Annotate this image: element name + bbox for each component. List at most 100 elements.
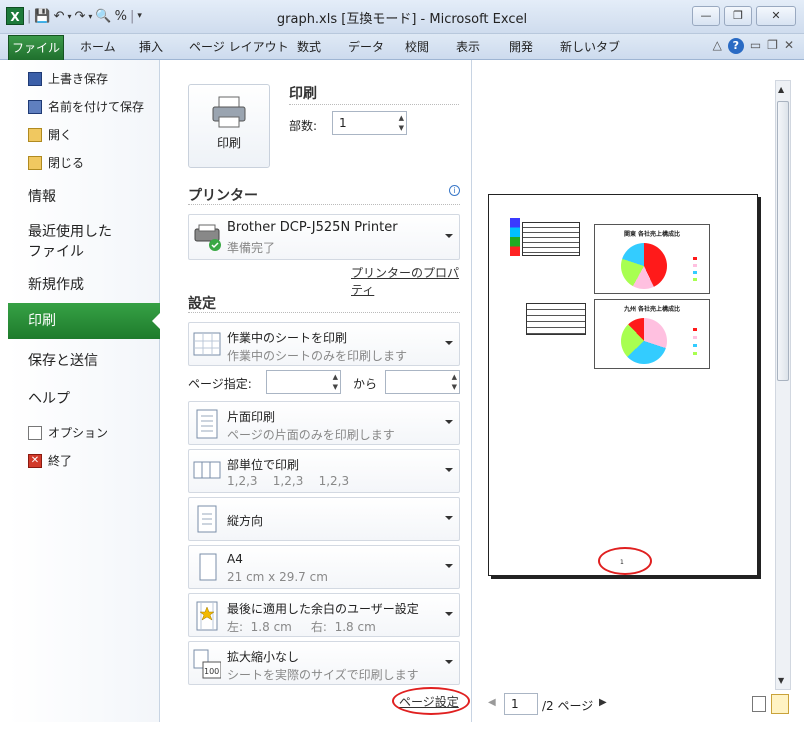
tab-data[interactable]: データ [348, 38, 384, 55]
nav-help[interactable]: ヘルプ [28, 388, 70, 408]
orientation-dropdown[interactable]: 縦方向 [188, 497, 460, 541]
nav-save-as[interactable]: 名前を付けて保存 [28, 98, 144, 115]
show-margins-icon[interactable] [752, 696, 766, 712]
nav-save-send[interactable]: 保存と送信 [28, 350, 98, 370]
chevron-down-icon [445, 234, 453, 242]
prev-page-icon[interactable]: ◀ [488, 697, 496, 708]
close-folder-icon [28, 155, 42, 170]
ribbon-right-icons: △ ? ▭ ❐ ✕ [713, 38, 794, 54]
paper-size-dropdown[interactable]: A4 21 cm x 29.7 cm [188, 545, 460, 589]
next-page-icon[interactable]: ▶ [599, 697, 607, 708]
tab-new-tab[interactable]: 新しいタブ [560, 38, 620, 55]
copies-label: 部数: [289, 119, 318, 133]
margins-dropdown[interactable]: 最後に適用した余白のユーザー設定 左: 1.8 cm 右: 1.8 cm [188, 593, 460, 637]
workbook-close-icon[interactable]: ✕ [784, 38, 794, 54]
custom-margins-icon [196, 601, 218, 631]
save-as-icon [28, 99, 42, 114]
minimize-ribbon-icon[interactable]: △ [713, 38, 722, 54]
chevron-down-icon [445, 564, 453, 572]
tab-review[interactable]: 校閲 [405, 38, 429, 55]
tab-page-layout[interactable]: ページ レイアウト [189, 38, 289, 55]
nav-print[interactable]: 印刷 [8, 303, 160, 339]
pages-label: ページ指定: [188, 377, 252, 391]
scroll-down-icon[interactable]: ▼ [778, 676, 784, 685]
nav-info[interactable]: 情報 [28, 186, 56, 206]
nav-recent[interactable]: 最近使用した ファイル [28, 221, 112, 261]
highlight-oval-page-number [598, 547, 652, 575]
page-total: /2 ページ [542, 699, 594, 713]
zoom-to-page-icon[interactable] [771, 694, 789, 714]
no-scaling-icon: 100 [193, 649, 221, 679]
info-icon[interactable]: i [449, 185, 460, 196]
workbook-minimize-icon[interactable]: ▭ [750, 38, 761, 54]
printer-icon [212, 96, 246, 128]
tab-view[interactable]: 表示 [456, 38, 480, 55]
pages-from-spinner-icon[interactable]: ▲ ▼ [333, 372, 338, 392]
scaling-dropdown[interactable]: 100 拡大縮小なし シートを実際のサイズで印刷します [188, 641, 460, 685]
sheet-icon [193, 332, 221, 356]
scroll-up-icon[interactable]: ▲ [778, 85, 784, 94]
tab-home[interactable]: ホーム [80, 38, 116, 55]
print-heading: 印刷 [289, 86, 317, 102]
tab-insert[interactable]: 挿入 [139, 38, 163, 55]
chart-kyushu: 九州 各社売上構成比 [594, 299, 710, 369]
sides-dropdown[interactable]: 片面印刷 ページの片面のみを印刷します [188, 401, 460, 445]
tab-developer[interactable]: 開発 [509, 38, 533, 55]
restore-button[interactable]: ❐ [724, 6, 752, 26]
mini-table-2 [526, 303, 586, 335]
save-icon [28, 71, 42, 86]
printer-ready-icon [194, 224, 221, 251]
chevron-down-icon [445, 660, 453, 668]
print-settings-panel: 印刷 印刷 部数: 1 ▲ ▼ プリンター i Brother DCP-J525N… [161, 60, 471, 722]
exit-icon: ✕ [28, 453, 42, 468]
legend-mark-8 [693, 352, 697, 355]
options-icon [28, 425, 42, 440]
scrollbar-thumb[interactable] [777, 101, 789, 381]
chevron-down-icon [445, 516, 453, 524]
workbook-restore-icon[interactable]: ❐ [767, 38, 778, 54]
portrait-icon [197, 505, 217, 533]
nav-open[interactable]: 開く [28, 126, 72, 143]
nav-close[interactable]: 閉じる [28, 154, 84, 171]
help-icon[interactable]: ? [727, 38, 744, 54]
tab-formulas[interactable]: 数式 [297, 38, 321, 55]
print-preview-pane: 関東 各社売上構成比 九州 各社売上構成比 1 ▲ ▼ ◀ 1 /2 ページ ▶ [471, 60, 797, 722]
page-number-input[interactable]: 1 [504, 693, 538, 715]
legend-mark-4 [693, 278, 697, 281]
tab-file[interactable]: ファイル [8, 35, 64, 60]
print-what-dropdown[interactable]: 作業中のシートを印刷 作業中のシートのみを印刷します [188, 322, 460, 366]
open-folder-icon [28, 127, 42, 142]
ribbon-tabs: ファイル ホーム 挿入 ページ レイアウト 数式 データ 校閲 表示 開発 新し… [0, 34, 804, 60]
chart-kanto-title: 関東 各社売上構成比 [623, 231, 681, 238]
nav-options[interactable]: オプション [28, 424, 108, 441]
printer-heading: プリンター [188, 188, 258, 204]
nav-new[interactable]: 新規作成 [28, 274, 84, 294]
legend-mark-1 [693, 257, 697, 260]
legend-mark-3 [693, 271, 697, 274]
nav-exit[interactable]: ✕ 終了 [28, 452, 72, 469]
chart-kyushu-title: 九州 各社売上構成比 [623, 306, 681, 313]
legend-mark-2 [693, 264, 697, 267]
copies-input[interactable]: 1 ▲ ▼ [332, 111, 407, 135]
printer-dropdown[interactable]: Brother DCP-J525N Printer 準備完了 [188, 214, 460, 260]
window-controls: — ❐ ✕ [692, 6, 796, 26]
print-button[interactable]: 印刷 [188, 84, 270, 168]
copies-spinner-icon[interactable]: ▲ ▼ [399, 113, 404, 133]
legend-mark-7 [693, 344, 697, 347]
pages-from-input[interactable]: ▲ ▼ [266, 370, 341, 394]
nav-save[interactable]: 上書き保存 [28, 70, 108, 87]
paper-icon [199, 553, 217, 581]
pie-kanto [621, 243, 667, 289]
settings-heading: 設定 [188, 296, 216, 312]
close-button[interactable]: ✕ [756, 6, 796, 26]
svg-text:100: 100 [204, 667, 219, 676]
highlight-oval [392, 687, 470, 715]
preview-scrollbar[interactable]: ▲ ▼ [775, 80, 791, 690]
minimize-button[interactable]: — [692, 6, 720, 26]
pages-to-spinner-icon[interactable]: ▲ ▼ [452, 372, 457, 392]
chart-kanto: 関東 各社売上構成比 [594, 224, 710, 294]
pie-kyushu [621, 318, 667, 364]
printer-properties-link[interactable]: プリンターのプロパティ [351, 264, 471, 298]
collate-dropdown[interactable]: 部単位で印刷 1,2,3 1,2,3 1,2,3 [188, 449, 460, 493]
pages-to-input[interactable]: ▲ ▼ [385, 370, 460, 394]
